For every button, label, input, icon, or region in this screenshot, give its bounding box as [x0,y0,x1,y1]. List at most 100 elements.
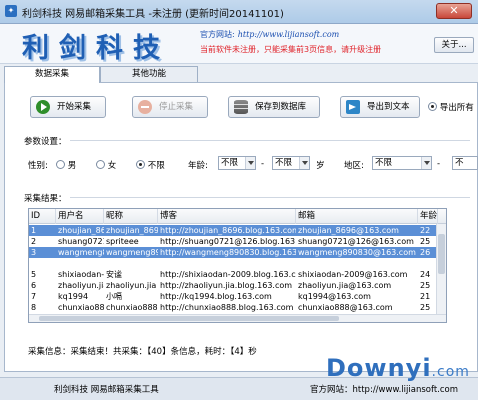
about-button[interactable]: 关于... [434,37,474,53]
results-divider [70,197,470,198]
stop-icon [138,100,152,114]
cell-blog: http://wangmeng890830.blog.163.com [160,248,296,257]
age-from-select[interactable]: 不限 [218,156,256,170]
cell-nickname: 安谧 [106,270,122,279]
cell-username: shixiaodan-... [58,270,104,279]
export-all-radio[interactable] [428,102,437,111]
gender-any-radio[interactable] [136,160,145,169]
cell-blog: http://shuang0721@126.blog.163.com [160,237,296,246]
cell-nickname: chunxiao888 [106,303,158,312]
site-line: 官方网站: http://www.lijiansoft.com [200,29,339,40]
cell-username: shuang0721... [58,237,104,246]
table-header: ID 用户名 昵称 博客 邮箱 年龄 [29,209,446,224]
logo: 利剑科技 [22,33,170,64]
cell-email: chunxiao888@163.com [298,303,393,312]
cell-email: shuang0721@126@163.com [298,237,414,246]
cell-age: 24 [420,270,431,279]
database-icon [234,100,248,114]
cell-username [56,258,104,269]
gender-label: 性别: [28,161,48,171]
cell-nickname: zhaoliyun.jia [106,281,157,290]
cell-blog: http://chunxiao888.blog.163.com [160,303,294,312]
cell-id: 2 [31,237,37,246]
table-row[interactable]: 6 zhaoliyun.jia zhaoliyun.jia http://zhaoli… [29,280,438,291]
site-label: 官方网站: [200,30,235,39]
collect-info: 采集信息：采集结束！共采集：【40】条信息，耗时：【4】秒 [28,347,257,357]
results-table[interactable]: ID 用户名 昵称 博客 邮箱 年龄 1 zhoujian_8696 zhoujia… [28,208,447,323]
horizontal-scrollbar[interactable] [29,314,446,322]
cell-blog: http://shixiaodan-2009.blog.163.com [160,270,296,279]
cell-id: 3 [31,248,37,257]
column-header-age[interactable]: 年龄 [418,209,438,224]
table-row[interactable]: 5 shixiaodan-...安谧 http://shixiaodan-2009.… [29,269,438,280]
age-to-select[interactable]: 不限 [272,156,310,170]
cell-age: 26 [420,248,431,257]
table-row[interactable] [29,258,438,269]
cell-nickname: wangmeng89... [106,248,158,257]
params-section-title: 参数设置： [24,137,67,147]
table-row[interactable]: 7 kq1994 小嗝 http://kq1994.blog.163.com kq199… [29,291,438,302]
cell-age: 25 [420,281,431,290]
close-button[interactable]: ✕ [436,3,472,19]
cell-age: 25 [420,303,431,312]
gender-option-any[interactable]: 不限 [136,159,165,171]
cell-nickname: spriteee [106,237,139,246]
gender-male-radio[interactable] [56,160,65,169]
site-url-link[interactable]: http://www.lijiansoft.com [238,30,340,39]
table-row[interactable]: 1zhoujian_8696zhoujian_8696http://zhouji… [29,225,438,236]
cell-username: wangmeng89... [58,248,104,257]
region-province-select[interactable]: 不限 [372,156,432,170]
export-all-option[interactable]: 导出所有 [428,101,474,113]
age-unit: 岁 [316,161,325,171]
app-icon: ✦ [5,5,17,17]
play-icon [36,100,50,114]
column-header-id[interactable]: ID [29,209,56,224]
cell-id: 8 [31,303,37,312]
params-divider [70,140,470,141]
cell-email: zhaoliyun.jia@163.com [298,281,392,290]
cell-id: 7 [31,292,37,301]
gender-female-radio[interactable] [96,160,105,169]
column-header-email[interactable]: 邮箱 [296,209,418,224]
cell-email: zhoujian_8696@163.com [298,226,399,235]
vertical-scrollbar[interactable] [436,224,446,316]
scroll-thumb[interactable] [438,234,445,274]
save-to-database-button[interactable]: 保存到数据库 [228,96,320,118]
cell-id: 1 [31,226,37,235]
table-row[interactable]: 3wangmeng89...wangmeng89...http://wangme… [29,247,438,258]
window-title: 利剑科技 网易邮箱采集工具 -未注册 (更新时间20141101) [22,9,284,20]
age-range-dash: - [261,159,265,169]
export-icon [346,100,360,114]
chevron-down-icon [299,157,309,169]
column-header-username[interactable]: 用户名 [56,209,104,224]
region-label: 地区: [344,161,364,171]
region-city-select[interactable]: 不 [452,156,478,170]
cell-username: chunxiao888 [58,303,104,312]
region-dash: - [437,159,441,169]
cell-blog: http://kq1994.blog.163.com [160,292,272,301]
registration-warning[interactable]: 当前软件未注册，只能采集前3页信息，请升级注册 [200,44,381,55]
cell-blog: http://zhaoliyun.jia.blog.163.com [160,281,293,290]
tab-data-collection[interactable]: 数据采集 [4,66,100,83]
results-section-title: 采集结果： [24,194,67,204]
column-header-blog[interactable]: 博客 [158,209,296,224]
banner: 利剑科技 官方网站: http://www.lijiansoft.com 当前软件… [0,24,478,64]
gender-option-male[interactable]: 男 [56,159,76,171]
tab-other-functions[interactable]: 其他功能 [100,66,198,82]
start-collect-button[interactable]: 开始采集 [30,96,106,118]
cell-email [296,258,418,269]
table-row[interactable]: 2 shuang0721...spriteee http://shuang0721@… [29,236,438,247]
cell-email: shixiaodan-2009@163.com [298,270,408,279]
cell-email: wangmeng890830@163.com [298,248,416,257]
cell-nickname [104,258,158,269]
age-label: 年龄: [188,161,208,171]
cell-username: zhoujian_8696 [58,226,104,235]
stop-collect-button[interactable]: 停止采集 [132,96,208,118]
table-row[interactable]: 8chunxiao888chunxiao888http://chunxiao88… [29,302,438,313]
gender-option-female[interactable]: 女 [96,159,116,171]
scroll-thumb[interactable] [39,316,339,321]
status-right: 官方网站：http://www.lijiansoft.com [310,385,459,395]
column-header-nickname[interactable]: 昵称 [104,209,158,224]
chevron-down-icon [245,157,255,169]
export-to-text-button[interactable]: 导出到文本 [340,96,420,118]
